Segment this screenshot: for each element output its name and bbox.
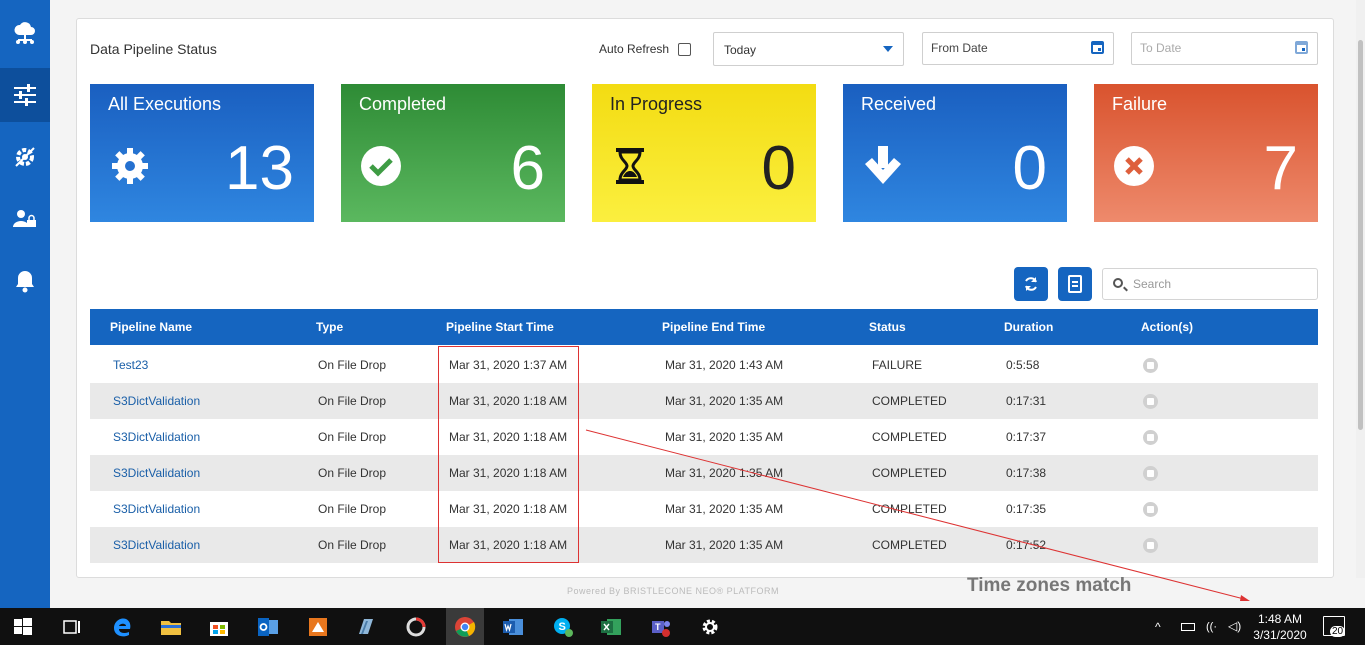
outlook-icon[interactable] [257, 616, 279, 638]
skype-icon[interactable]: S [552, 616, 574, 638]
chevron-up-icon[interactable]: ^ [1155, 620, 1161, 634]
wifi-icon[interactable]: ((· [1206, 621, 1217, 633]
system-clock[interactable]: 1:48 AM 3/31/2020 [1250, 611, 1310, 643]
svg-text:T: T [655, 622, 661, 632]
app-notes-icon[interactable] [355, 616, 377, 638]
volume-icon[interactable]: ◁) [1228, 619, 1241, 633]
powered-by-footer: Powered By BRISTLECONE NEO® PLATFORM [567, 586, 780, 596]
settings-gear-icon[interactable] [699, 616, 721, 638]
teams-icon[interactable]: T [650, 616, 672, 638]
excel-icon[interactable] [600, 616, 622, 638]
annotation-arrow [585, 429, 1250, 601]
windows-start-icon[interactable] [12, 616, 34, 638]
taskbar: S T ^ ((· ◁) 20 [0, 608, 1365, 645]
svg-text:S: S [559, 621, 566, 633]
app-orange-icon[interactable] [307, 616, 329, 638]
clock-date: 3/31/2020 [1253, 628, 1307, 642]
clock-time: 1:48 AM [1257, 612, 1303, 626]
notification-count-badge: 20 [1330, 626, 1346, 637]
edge-browser-icon[interactable] [112, 616, 134, 638]
app-circle-icon[interactable] [405, 616, 427, 638]
store-icon[interactable] [208, 616, 230, 638]
annotation-caption: Time zones match [967, 575, 1132, 596]
chrome-icon [455, 617, 476, 637]
file-explorer-icon[interactable] [160, 616, 182, 638]
chrome-active-slot[interactable] [446, 608, 484, 645]
task-view-icon[interactable] [60, 616, 82, 638]
word-icon[interactable] [502, 616, 524, 638]
battery-icon[interactable] [1181, 623, 1195, 631]
